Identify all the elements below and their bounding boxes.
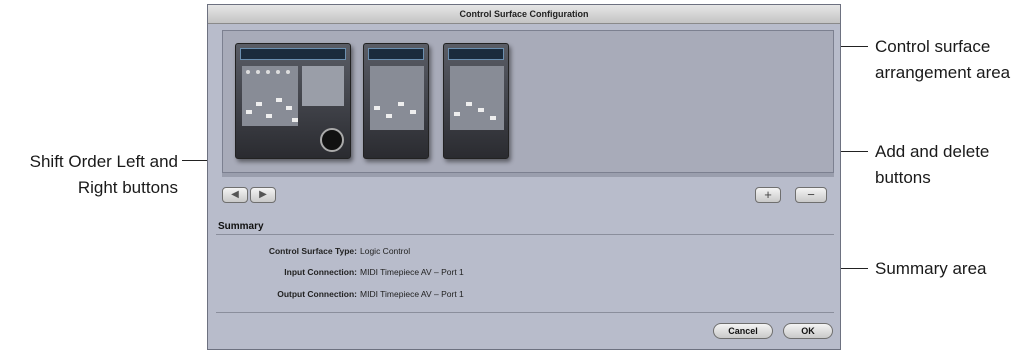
control-surface-extender-1[interactable] <box>363 43 429 159</box>
summary-value-input: MIDI Timepiece AV – Port 1 <box>360 267 464 277</box>
callout-summary-area: Summary area <box>875 256 986 282</box>
control-surface-arrangement-area[interactable] <box>222 30 834 173</box>
shift-left-button[interactable]: ◀ <box>222 187 248 203</box>
device-fader <box>292 118 298 122</box>
callout-shift-line2: Right buttons <box>77 178 178 197</box>
device-fader <box>490 116 496 120</box>
device-fader <box>256 102 262 106</box>
device-display <box>240 48 346 60</box>
device-fader <box>478 108 484 112</box>
device-channel-strips <box>450 66 504 130</box>
device-knob <box>286 70 290 74</box>
summary-heading: Summary <box>218 221 264 232</box>
device-knob <box>276 70 280 74</box>
dialog-title: Control Surface Configuration <box>208 5 840 24</box>
control-surface-logic-control[interactable] <box>235 43 351 159</box>
device-knob <box>246 70 250 74</box>
summary-label-output: Output Connection: <box>277 289 357 299</box>
device-fader <box>386 114 392 118</box>
summary-divider <box>216 234 834 235</box>
summary-value-type: Logic Control <box>360 246 411 256</box>
device-fader <box>454 112 460 116</box>
callout-arrangement-area: Control surface arrangement area <box>875 34 1010 86</box>
cancel-button[interactable]: Cancel <box>713 323 773 339</box>
control-surface-configuration-dialog: Control Surface Configuration ◀ ▶ + − Su… <box>207 4 841 350</box>
delete-button[interactable]: − <box>795 187 827 203</box>
jog-wheel-icon <box>320 128 344 152</box>
callout-add-delete: Add and delete buttons <box>875 139 989 191</box>
device-channel-strips <box>370 66 424 130</box>
device-transport-section <box>302 66 344 106</box>
device-fader <box>398 102 404 106</box>
summary-value-output: MIDI Timepiece AV – Port 1 <box>360 289 464 299</box>
device-fader <box>466 102 472 106</box>
device-fader <box>246 110 252 114</box>
callout-shift-order: Shift Order Left and Right buttons <box>0 149 178 201</box>
summary-label-input: Input Connection: <box>284 267 357 277</box>
device-knob <box>266 70 270 74</box>
device-fader <box>374 106 380 110</box>
arrangement-scroll-bar[interactable] <box>222 173 834 177</box>
ok-button[interactable]: OK <box>783 323 833 339</box>
control-surface-extender-2[interactable] <box>443 43 509 159</box>
device-fader <box>266 114 272 118</box>
device-fader <box>286 106 292 110</box>
callout-shift-line1: Shift Order Left and <box>29 152 178 171</box>
callout-add-delete-line2: buttons <box>875 168 931 187</box>
device-display <box>368 48 424 60</box>
footer-divider <box>216 312 834 313</box>
device-display <box>448 48 504 60</box>
callout-add-delete-line1: Add and delete <box>875 142 990 161</box>
callout-arrangement-line1: Control surface <box>875 37 991 56</box>
shift-right-button[interactable]: ▶ <box>250 187 276 203</box>
add-button[interactable]: + <box>755 187 781 203</box>
summary-label-type: Control Surface Type: <box>268 246 357 256</box>
callout-summary-line1: Summary area <box>875 259 987 278</box>
device-knob <box>256 70 260 74</box>
device-fader <box>410 110 416 114</box>
device-fader <box>276 98 282 102</box>
callout-arrangement-line2: arrangement area <box>875 63 1011 82</box>
